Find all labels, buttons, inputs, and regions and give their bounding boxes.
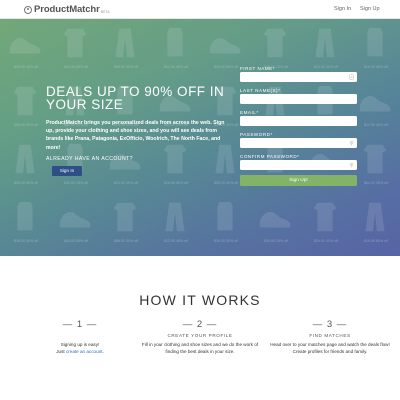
hero-description: ProductMatchr brings you personalized de… [46,120,225,151]
create-account-link[interactable]: create an account [66,349,103,354]
step-description-line: Just create an account. [20,349,140,356]
hero-section: $28.50 40% off$43.00 65% off$68.00 30% o… [0,19,400,256]
beta-badge: BETA [100,9,110,14]
step-3: — 3 — FIND MATCHES Head over to your mat… [270,319,390,355]
hero-sign-in-button[interactable]: Sign In [52,166,82,176]
last-name-label: LAST NAME(S)* [240,88,281,93]
contact-card-icon [349,74,354,80]
email-label: EMAIL* [240,110,259,115]
logo-text: ProductMatchr [34,4,100,15]
step-description-line: Signing up is easy! [60,342,100,347]
step-2: — 2 — CREATE YOUR PROFILE Fill in your c… [140,319,260,355]
step-1: — 1 — Signing up is easy! Just create an… [20,319,140,355]
step-description: Signing up is easy! Just create an accou… [20,342,140,355]
signup-form: FIRST NAME* LAST NAME(S)* EMAIL* PASSWOR… [240,65,358,186]
first-name-field[interactable] [240,72,357,82]
step-description: Head over to your matches page and watch… [270,342,390,354]
email-field[interactable] [240,116,357,126]
nav-sign-in-link[interactable]: Sign In [334,6,351,12]
first-name-label: FIRST NAME* [240,66,276,71]
step-number: — 2 — [182,319,218,330]
step-title: FIND MATCHES [309,333,351,338]
password-field[interactable] [240,138,357,148]
step-number: — 1 — [62,319,98,330]
step-description: Fill in your clothing and shoe sizes and… [141,342,259,354]
nav-sign-up-link[interactable]: Sign Up [360,6,380,12]
password-key-icon [349,162,354,168]
step-title: CREATE YOUR PROFILE [167,333,233,338]
step-title [20,333,140,340]
password-key-icon [349,140,354,146]
step-description-suffix: . [102,348,104,354]
last-name-field[interactable] [240,94,357,104]
hero-title: DEALS UP TO 90% OFF IN YOUR SIZE [46,84,225,112]
step-description-prefix: Just [56,348,66,354]
confirm-password-label: CONFIRM PASSWORD* [240,154,300,159]
confirm-password-field[interactable] [240,160,357,170]
already-have-account-text: ALREADY HAVE AN ACCOUNT? [46,156,133,162]
logo-icon [24,5,32,14]
how-it-works-title: HOW IT WORKS [139,292,261,308]
step-number: — 3 — [312,319,348,330]
password-label: PASSWORD* [240,132,273,137]
logo[interactable]: ProductMatchr BETA [24,4,110,15]
top-navigation-bar: ProductMatchr BETA Sign In Sign Up [0,0,400,19]
sign-up-submit-button[interactable]: Sign Up! [240,175,357,186]
